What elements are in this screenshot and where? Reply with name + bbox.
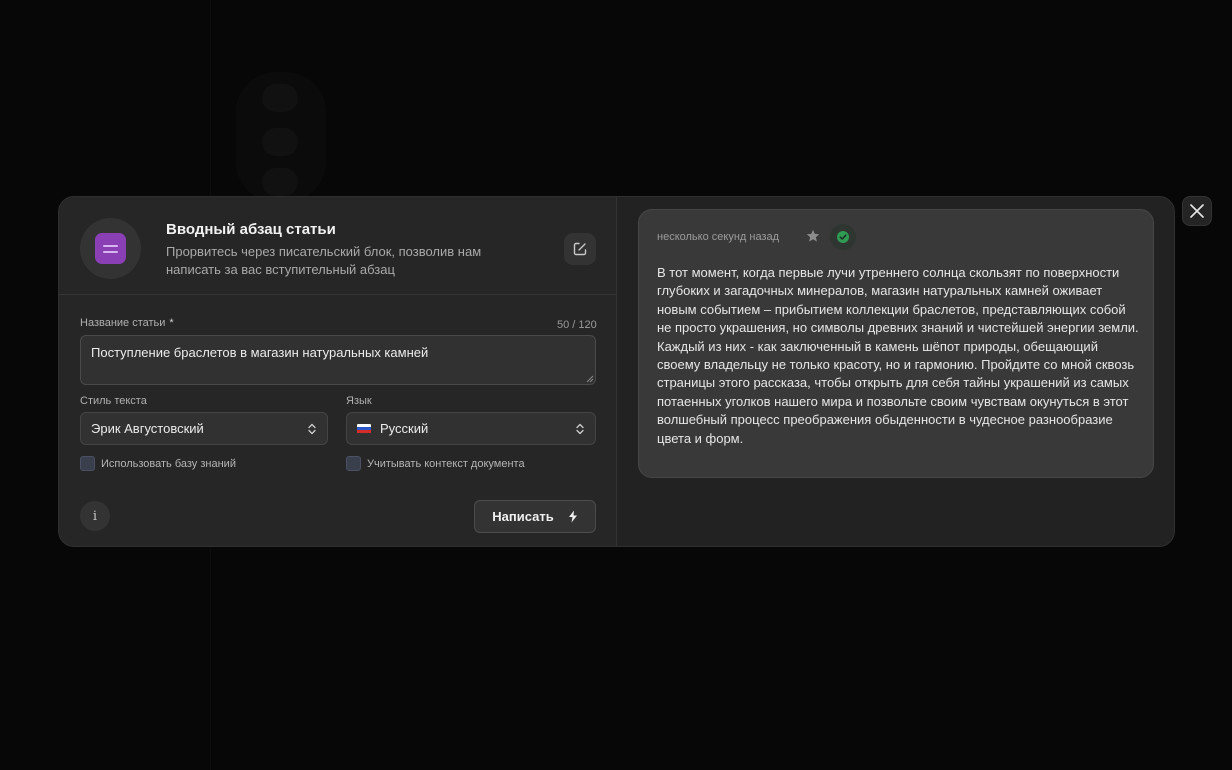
external-link-icon [573,242,587,256]
character-counter: 50 / 120 [557,319,597,331]
document-context-checkbox-row[interactable]: Учитывать контекст документа [346,456,525,471]
result-pane: несколько секунд назад В тот момент, ког… [617,197,1174,546]
lightning-icon [568,510,577,523]
write-button-label: Написать [492,509,554,524]
language-select[interactable]: Русский [346,412,596,445]
form-pane: Вводный абзац статьи Прорвитесь через пи… [59,197,616,546]
write-button[interactable]: Написать [474,500,596,533]
app-icon-container [80,218,141,279]
chevron-up-down-icon [576,423,584,434]
russia-flag-icon [357,423,371,434]
modal-title: Вводный абзац статьи [166,221,336,238]
document-context-checkbox[interactable] [346,456,361,471]
required-mark: * [169,317,174,329]
close-icon [1190,204,1204,218]
generated-paragraph: В тот момент, когда первые лучи утреннег… [657,265,1139,446]
modal-subtitle: Прорвитесь через писательский блок, позв… [166,244,482,277]
knowledge-base-checkbox[interactable] [80,456,95,471]
modal-header: Вводный абзац статьи Прорвитесь через пи… [59,197,616,295]
background-tool [262,128,298,156]
language-label: Язык [346,395,372,407]
background-tool [262,84,298,112]
result-timestamp: несколько секунд назад [657,231,780,243]
article-title-input[interactable]: Поступление браслетов в магазин натураль… [80,335,596,385]
document-context-label: Учитывать контекст документа [367,457,525,470]
resize-handle-icon[interactable] [586,375,594,383]
intro-paragraph-modal: Вводный абзац статьи Прорвитесь через пи… [58,196,1175,547]
text-style-value: Эрик Августовский [91,421,204,436]
knowledge-base-label: Использовать базу знаний [101,457,236,470]
info-icon: i [92,508,98,524]
text-style-select[interactable]: Эрик Августовский [80,412,328,445]
chevron-up-down-icon [308,423,316,434]
document-text-icon [95,233,126,264]
text-style-label: Стиль текста [80,395,147,407]
background-tool [262,168,298,196]
article-title-label-text: Название статьи [80,317,166,329]
open-external-button[interactable] [564,233,596,265]
language-value: Русский [380,421,429,436]
generated-result-card: несколько секунд назад В тот момент, ког… [638,209,1154,478]
background-toolbar [236,72,326,202]
article-title-label: Название статьи * [80,317,174,329]
info-button[interactable]: i [80,501,110,531]
close-button[interactable] [1182,196,1212,226]
star-icon[interactable] [805,228,821,244]
knowledge-base-checkbox-row[interactable]: Использовать базу знаний [80,456,236,471]
check-circle-icon [837,231,849,243]
approve-button[interactable] [830,224,856,250]
